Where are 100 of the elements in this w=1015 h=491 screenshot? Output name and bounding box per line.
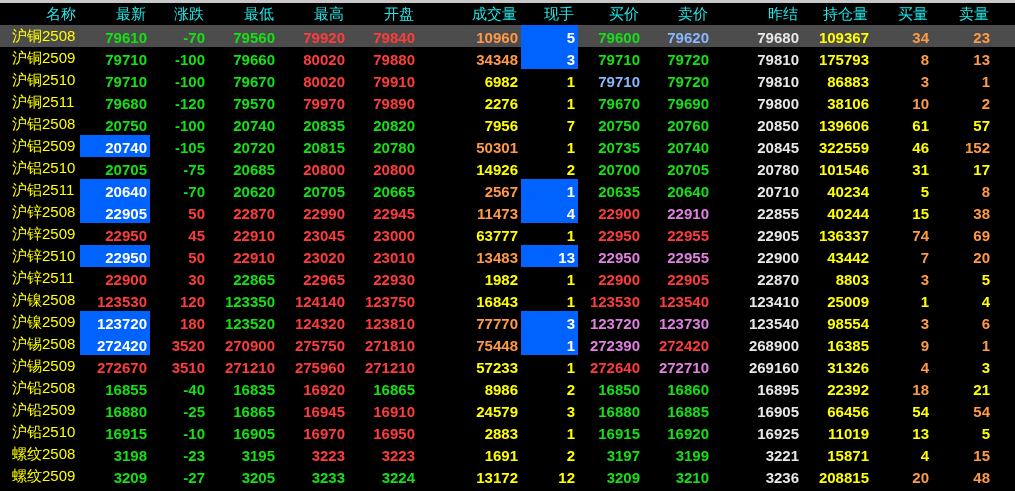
table-cell: 271810: [364, 337, 415, 353]
contract-name[interactable]: 沪铝2508: [0, 113, 80, 135]
table-cell: 22870: [757, 271, 799, 287]
column-header[interactable]: 最高: [278, 3, 348, 25]
table-cell: 4: [920, 359, 929, 375]
table-cell: 79720: [667, 51, 709, 67]
table-cell: 123720: [589, 315, 640, 331]
contract-name[interactable]: 沪铅2510: [0, 421, 80, 443]
column-header[interactable]: 买量: [872, 3, 932, 25]
contract-name[interactable]: 螺纹2508: [0, 443, 80, 465]
column-header[interactable]: 最低: [208, 3, 278, 25]
table-cell: 61: [912, 117, 929, 133]
table-cell: 24579: [476, 403, 518, 419]
table-cell: 12: [558, 469, 575, 485]
contract-name[interactable]: 沪铝2509: [0, 135, 80, 157]
table-cell: 79810: [757, 51, 799, 67]
table-cell: 15: [973, 447, 990, 463]
table-cell: 16905: [233, 425, 275, 441]
table-cell: 23: [973, 29, 990, 45]
column-header[interactable]: 持仓量: [802, 3, 872, 25]
table-cell: 120: [179, 293, 205, 309]
contract-name[interactable]: 沪铜2510: [0, 69, 80, 91]
table-cell: 23045: [303, 227, 345, 243]
table-cell: 7: [566, 117, 575, 133]
column-header[interactable]: 成交量: [418, 3, 521, 25]
contract-name[interactable]: 沪锌2509: [0, 223, 80, 245]
contract-name[interactable]: 沪铝2510: [0, 157, 80, 179]
column-header[interactable]: 名称: [0, 3, 80, 25]
table-cell: 1: [566, 337, 575, 353]
table-cell: 20750: [598, 117, 640, 133]
contract-name[interactable]: 沪铝2511: [0, 179, 80, 201]
column-header[interactable]: 卖价: [643, 3, 712, 25]
table-cell: 79710: [598, 51, 640, 67]
column-header[interactable]: 最新: [80, 3, 150, 25]
table-cell: 1: [566, 271, 575, 287]
contract-name[interactable]: 螺纹2509: [0, 465, 80, 487]
column-header[interactable]: 昨结: [712, 3, 802, 25]
table-cell: 272640: [589, 359, 640, 375]
contract-name[interactable]: 沪锡2508: [0, 333, 80, 355]
table-cell: 23000: [373, 227, 415, 243]
table-cell: 22950: [598, 227, 640, 243]
contract-name[interactable]: 沪铜2509: [0, 47, 80, 69]
table-cell: 1: [981, 337, 990, 353]
table-cell: 5: [981, 271, 990, 287]
table-cell: 3: [566, 315, 575, 331]
contract-name[interactable]: 沪镍2509: [0, 311, 80, 333]
table-cell: 22392: [827, 381, 869, 397]
contract-name[interactable]: 沪锌2508: [0, 201, 80, 223]
table-cell: 3205: [241, 469, 275, 485]
table-cell: 7956: [484, 117, 518, 133]
table-cell: 8803: [835, 271, 869, 287]
contract-name[interactable]: 沪铅2509: [0, 399, 80, 421]
contract-name[interactable]: 沪锡2509: [0, 355, 80, 377]
column-header[interactable]: 涨跌: [150, 3, 208, 25]
table-cell: 63777: [476, 227, 518, 243]
table-cell: 16970: [303, 425, 345, 441]
table-cell: 16843: [476, 293, 518, 309]
contract-name[interactable]: 沪铜2511: [0, 91, 80, 113]
table-cell: 4: [981, 293, 990, 309]
contract-name[interactable]: 沪铅2508: [0, 377, 80, 399]
table-cell: 50: [188, 205, 205, 221]
contract-name[interactable]: 沪铜2508: [0, 25, 80, 47]
table-cell: 20705: [105, 161, 147, 177]
table-cell: 123520: [224, 315, 275, 331]
table-cell: 1: [566, 73, 575, 89]
table-cell: 3195: [241, 447, 275, 463]
table-cell: 275960: [294, 359, 345, 375]
contract-name[interactable]: 沪镍2508: [0, 289, 80, 311]
table-cell: 15: [912, 205, 929, 221]
table-cell: 77770: [476, 315, 518, 331]
table-cell: 16860: [667, 381, 709, 397]
table-cell: 79690: [667, 95, 709, 111]
table-cell: 20835: [303, 117, 345, 133]
table-cell: 3: [566, 403, 575, 419]
table-cell: 79720: [667, 73, 709, 89]
table-cell: 272390: [589, 337, 640, 353]
table-cell: 80020: [303, 51, 345, 67]
table-cell: 20780: [373, 139, 415, 155]
column-header[interactable]: 卖量: [932, 3, 993, 25]
table-cell: 1982: [484, 271, 518, 287]
column-header[interactable]: 开盘: [348, 3, 418, 25]
table-cell: 2: [566, 447, 575, 463]
table-cell: 1: [920, 293, 929, 309]
table-cell: 22955: [667, 227, 709, 243]
table-cell: 3520: [171, 337, 205, 353]
table-cell: 5: [981, 425, 990, 441]
contract-name[interactable]: 沪锌2510: [0, 245, 80, 267]
selected-row-highlight[interactable]: 沪铜2508 79610 -70 79560 79920 79840 10960 5 79600 79620 79680 109367 34 23: [0, 25, 1015, 47]
contract-name[interactable]: 沪锌2511: [0, 267, 80, 289]
table-cell: -70: [183, 183, 205, 199]
table-cell: 3233: [311, 469, 345, 485]
table-cell: 50: [188, 249, 205, 265]
table-cell: 20845: [757, 139, 799, 155]
table-cell: 16885: [667, 403, 709, 419]
column-header[interactable]: 现手: [521, 3, 578, 25]
column-header[interactable]: 买价: [578, 3, 643, 25]
table-cell: 21: [973, 381, 990, 397]
table-cell: 20: [912, 469, 929, 485]
table-cell: 98554: [827, 315, 869, 331]
table-cell: 16855: [105, 381, 147, 397]
